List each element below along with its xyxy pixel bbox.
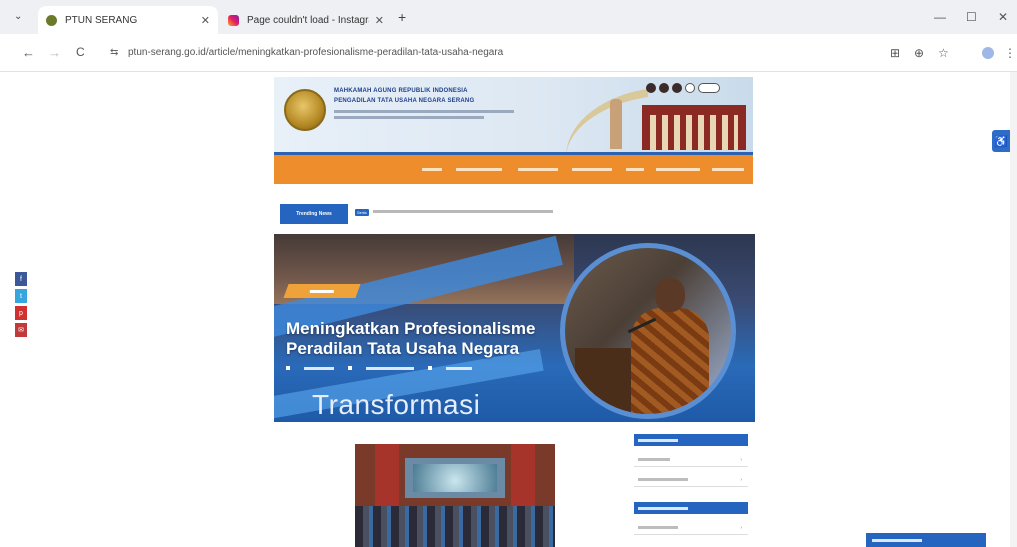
trending-news-label: Trending News xyxy=(280,204,348,224)
badge-icon xyxy=(685,83,695,93)
audience xyxy=(355,506,555,547)
category-badge[interactable] xyxy=(283,284,361,298)
star-icon[interactable]: ☆ xyxy=(938,46,949,60)
stage-screen xyxy=(413,464,497,492)
main-nav xyxy=(274,152,753,184)
hero-banner[interactable]: Meningkatkan Profesionalisme Peradilan T… xyxy=(274,234,755,422)
curtain-right xyxy=(511,444,535,506)
tab-instagram[interactable]: Page couldn't load - Instagram ✕ xyxy=(220,6,392,34)
browser-toolbar: ← → C ⇆ ptun-serang.go.id/article/mening… xyxy=(0,34,1017,72)
browser-tab-bar: ⌄ PTUN SERANG ✕ Page couldn't load - Ins… xyxy=(0,0,1017,34)
close-tab-icon[interactable]: ✕ xyxy=(201,14,210,27)
article-photo[interactable] xyxy=(355,444,555,547)
article-author xyxy=(366,366,414,370)
chevron-right-icon: › xyxy=(740,476,742,483)
nav-item[interactable] xyxy=(518,168,558,171)
tower-graphic xyxy=(610,99,622,149)
email-icon[interactable]: ✉ xyxy=(15,323,27,337)
page-scrollbar[interactable] xyxy=(1010,72,1017,547)
user-icon xyxy=(348,366,352,370)
nav-item[interactable] xyxy=(456,168,502,171)
article-meta xyxy=(286,366,480,370)
mahkamah-agung-logo[interactable] xyxy=(284,89,326,131)
article-date xyxy=(304,366,334,370)
badge-icon xyxy=(672,83,682,93)
sidebar-widget-item[interactable]: › xyxy=(634,473,748,487)
eye-icon xyxy=(428,366,432,370)
nav-item[interactable] xyxy=(422,168,442,171)
kebab-menu-icon[interactable]: ⋮ xyxy=(1004,46,1016,60)
sidebar-widget-header xyxy=(634,502,748,514)
institution-name: MAHKAMAH AGUNG REPUBLIK INDONESIA xyxy=(334,88,468,94)
court-name: PENGADILAN TATA USAHA NEGARA SERANG xyxy=(334,98,475,104)
page-viewport: MAHKAMAH AGUNG REPUBLIK INDONESIA PENGAD… xyxy=(0,72,1017,547)
tab-search-icon[interactable]: ⌄ xyxy=(14,11,22,22)
speaker-head xyxy=(655,278,685,312)
courthouse-graphic xyxy=(642,105,746,150)
article-title[interactable]: Meningkatkan Profesionalisme Peradilan T… xyxy=(286,319,586,359)
pinterest-icon[interactable]: p xyxy=(15,306,27,320)
tune-icon[interactable]: ⇆ xyxy=(110,47,118,58)
ticker-headline[interactable] xyxy=(373,209,553,213)
ticker-category-badge: Berita xyxy=(355,209,369,216)
ptun-favicon-icon xyxy=(46,14,57,26)
chevron-right-icon: › xyxy=(740,456,742,463)
accessibility-icon[interactable]: ♿ xyxy=(992,130,1010,152)
article-views xyxy=(446,366,472,370)
nav-item[interactable] xyxy=(626,168,644,171)
facebook-icon[interactable]: f xyxy=(15,272,27,286)
close-window-icon[interactable]: ✕ xyxy=(998,10,1008,24)
zoom-icon[interactable]: ⊕ xyxy=(914,46,924,60)
badge-icon xyxy=(646,83,656,93)
forward-arrow-icon[interactable]: → xyxy=(48,45,61,60)
tab-title: Page couldn't load - Instagram xyxy=(247,14,369,26)
social-share-bar: f t p ✉ xyxy=(15,272,27,337)
institution-address xyxy=(334,110,534,119)
nav-item[interactable] xyxy=(572,168,612,171)
tab-title: PTUN SERANG xyxy=(65,14,138,26)
profile-icon[interactable] xyxy=(982,47,994,59)
sidebar-widget-item[interactable]: › xyxy=(634,521,748,535)
hero-watermark-text: Transformasi xyxy=(312,389,481,420)
badge-icon xyxy=(659,83,669,93)
nav-item[interactable] xyxy=(656,168,700,171)
minimize-icon[interactable]: — xyxy=(934,10,946,24)
instagram-favicon-icon xyxy=(228,14,239,26)
sidebar-widget-header xyxy=(634,434,748,446)
translate-icon[interactable]: ⊞ xyxy=(890,46,900,60)
speaker-photo xyxy=(560,243,736,419)
badge-icon xyxy=(698,83,720,93)
award-badges xyxy=(646,83,720,93)
close-tab-icon[interactable]: ✕ xyxy=(375,14,384,27)
twitter-icon[interactable]: t xyxy=(15,289,27,303)
sidebar-widget-item[interactable]: › xyxy=(634,453,748,467)
nav-item[interactable] xyxy=(712,168,744,171)
new-tab-icon[interactable]: + xyxy=(398,10,406,24)
calendar-icon xyxy=(286,366,290,370)
reload-icon[interactable]: C xyxy=(76,45,85,59)
address-bar[interactable]: ptun-serang.go.id/article/meningkatkan-p… xyxy=(128,47,503,58)
floating-bottom-bar[interactable] xyxy=(866,533,986,547)
curtain-left xyxy=(375,444,399,506)
chevron-right-icon: › xyxy=(740,524,742,531)
back-arrow-icon[interactable]: ← xyxy=(22,45,35,60)
maximize-icon[interactable]: ☐ xyxy=(966,10,977,24)
site-header: MAHKAMAH AGUNG REPUBLIK INDONESIA PENGAD… xyxy=(274,77,753,152)
tab-ptun-serang[interactable]: PTUN SERANG ✕ xyxy=(38,6,218,34)
